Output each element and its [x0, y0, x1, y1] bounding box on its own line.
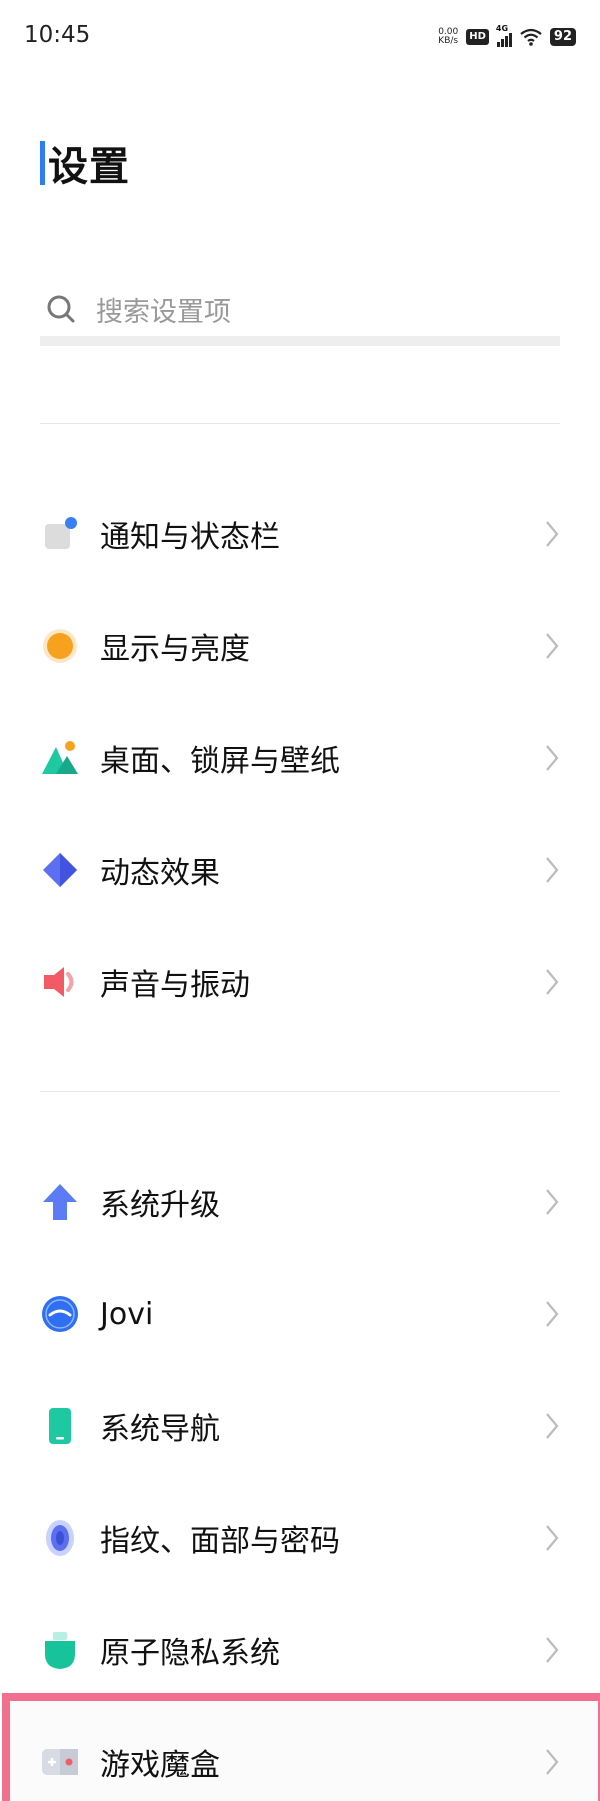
- system-navigation-icon: [40, 1406, 80, 1446]
- network-speed-unit: KB/s: [438, 36, 459, 46]
- settings-item-wallpaper[interactable]: 桌面、锁屏与壁纸: [40, 722, 560, 794]
- settings-item-label: 游戏魔盒: [100, 1748, 220, 1783]
- status-icons: 0.00 KB/s HD 4G 92: [438, 24, 576, 48]
- settings-item-label: Jovi: [100, 1296, 154, 1332]
- settings-item-game-box[interactable]: 游戏魔盒: [40, 1726, 560, 1798]
- page-header: 设置: [40, 140, 130, 190]
- system-update-icon: [40, 1182, 80, 1222]
- settings-item-label: 通知与状态栏: [100, 520, 280, 555]
- settings-item-display-brightness[interactable]: 显示与亮度: [40, 610, 560, 682]
- settings-item-animation[interactable]: 动态效果: [40, 834, 560, 906]
- status-bar: 10:45 0.00 KB/s HD 4G 92: [0, 0, 600, 76]
- chevron-right-icon: [546, 1413, 559, 1439]
- status-time: 10:45: [24, 22, 91, 48]
- display-brightness-icon: [40, 626, 80, 666]
- settings-item-jovi[interactable]: Jovi: [40, 1278, 560, 1350]
- cellular-signal-icon: 4G: [495, 24, 512, 47]
- chevron-right-icon: [546, 1301, 559, 1327]
- chevron-right-icon: [546, 1525, 559, 1551]
- settings-item-notifications[interactable]: 通知与状态栏: [40, 498, 560, 570]
- chevron-right-icon: [546, 857, 559, 883]
- search-icon: [47, 295, 75, 323]
- title-accent-bar: [40, 141, 45, 185]
- settings-item-label: 系统导航: [100, 1412, 220, 1447]
- settings-item-label: 显示与亮度: [100, 632, 250, 667]
- settings-item-label: 桌面、锁屏与壁纸: [100, 744, 340, 779]
- fingerprint-icon: [40, 1518, 80, 1558]
- settings-item-label: 系统升级: [100, 1188, 220, 1223]
- settings-item-label: 动态效果: [100, 856, 220, 891]
- settings-item-system-update[interactable]: 系统升级: [40, 1166, 560, 1238]
- settings-item-system-navigation[interactable]: 系统导航: [40, 1390, 560, 1462]
- divider: [40, 423, 560, 424]
- wallpaper-icon: [40, 738, 80, 778]
- settings-item-label: 指纹、面部与密码: [100, 1524, 340, 1559]
- sound-icon: [40, 962, 80, 1002]
- jovi-icon: [40, 1294, 80, 1334]
- chevron-right-icon: [546, 633, 559, 659]
- chevron-right-icon: [546, 1637, 559, 1663]
- settings-item-label: 原子隐私系统: [100, 1636, 280, 1671]
- animation-icon: [40, 850, 80, 890]
- settings-item-label: 声音与振动: [100, 968, 250, 1003]
- search-placeholder: 搜索设置项: [96, 296, 231, 328]
- network-speed: 0.00 KB/s: [438, 28, 458, 46]
- privacy-shield-icon: [40, 1630, 80, 1670]
- chevron-right-icon: [546, 521, 559, 547]
- page-title: 设置: [48, 144, 130, 190]
- battery-icon: 92: [549, 28, 576, 46]
- chevron-right-icon: [546, 969, 559, 995]
- divider: [40, 1091, 560, 1092]
- chevron-right-icon: [546, 1749, 559, 1775]
- network-type: 4G: [495, 24, 509, 33]
- chevron-right-icon: [546, 745, 559, 771]
- notification-icon: [40, 514, 80, 554]
- settings-item-atomic-privacy[interactable]: 原子隐私系统: [40, 1614, 560, 1686]
- wifi-icon: [520, 28, 542, 46]
- hd-icon: HD: [466, 29, 489, 45]
- settings-item-fingerprint-face-password[interactable]: 指纹、面部与密码: [40, 1502, 560, 1574]
- game-box-icon: [40, 1742, 80, 1782]
- chevron-right-icon: [546, 1189, 559, 1215]
- settings-item-sound-vibration[interactable]: 声音与振动: [40, 946, 560, 1018]
- search-bar[interactable]: 搜索设置项: [40, 282, 560, 346]
